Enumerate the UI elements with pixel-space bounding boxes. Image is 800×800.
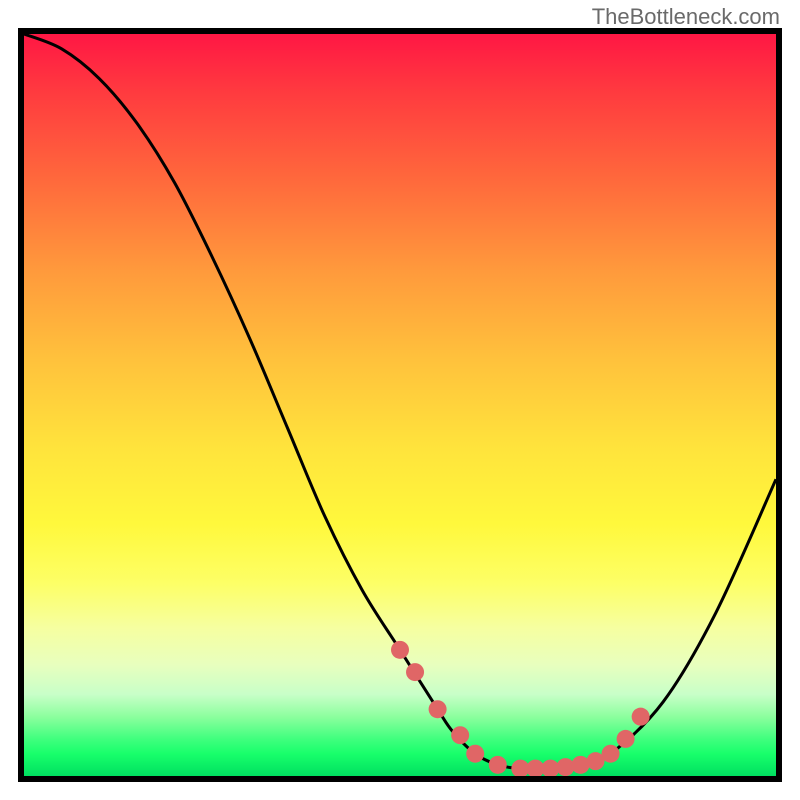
highlight-dots (391, 641, 650, 776)
highlight-dot (429, 700, 447, 718)
highlight-dot (571, 756, 589, 774)
highlight-dot (632, 708, 650, 726)
highlight-dot (489, 756, 507, 774)
highlight-dot (466, 745, 484, 763)
watermark-text: TheBottleneck.com (592, 4, 780, 30)
highlight-dot (556, 758, 574, 776)
highlight-dot (406, 663, 424, 681)
highlight-dot (602, 745, 620, 763)
highlight-dot (617, 730, 635, 748)
chart-container: TheBottleneck.com (0, 0, 800, 800)
highlight-dot (451, 726, 469, 744)
plot-frame (18, 28, 782, 782)
highlight-dot (391, 641, 409, 659)
curve-svg (24, 34, 776, 776)
